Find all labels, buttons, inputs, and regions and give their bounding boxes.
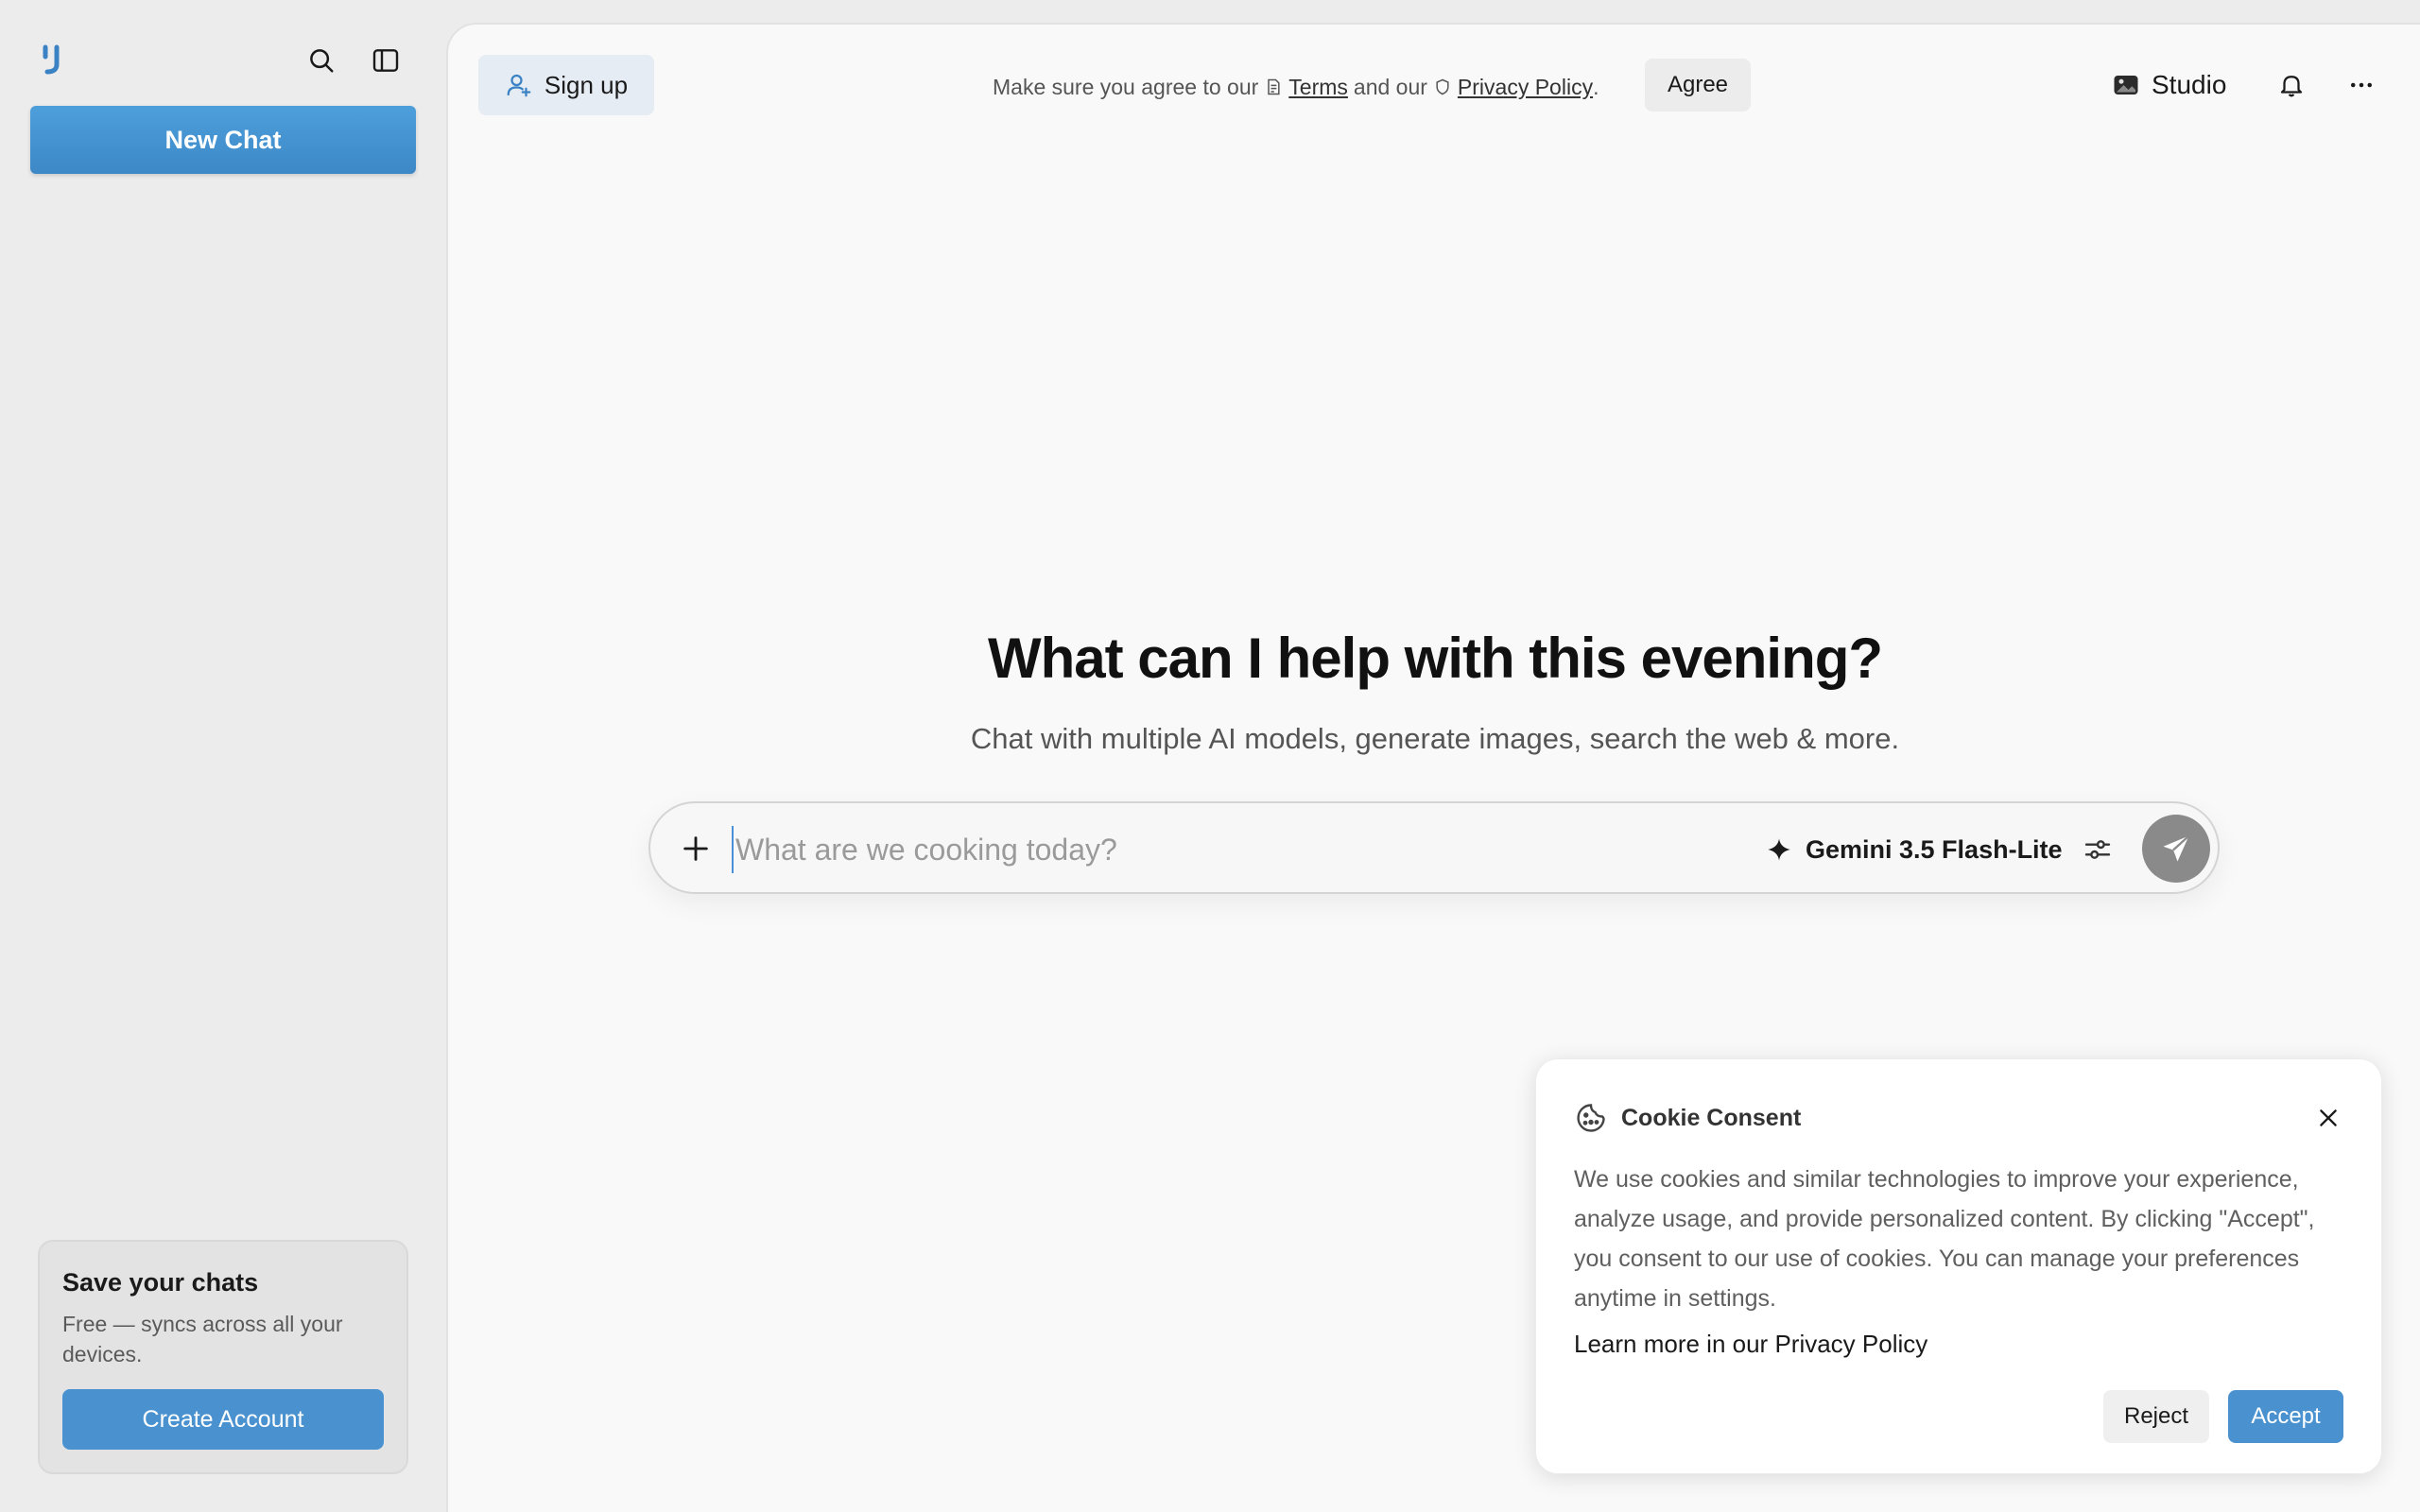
cookie-header: Cookie Consent xyxy=(1574,1099,1801,1137)
studio-button[interactable]: Studio xyxy=(2112,62,2226,108)
notice-suffix: . xyxy=(1593,74,1599,99)
sliders-icon xyxy=(2084,840,2111,859)
hero-subtitle: Chat with multiple AI models, generate i… xyxy=(970,722,1900,755)
search-button[interactable] xyxy=(301,40,342,81)
document-icon xyxy=(1264,77,1283,96)
more-horizontal-icon xyxy=(2351,82,2372,88)
model-label: Gemini 3.5 Flash-Lite xyxy=(1806,834,2063,864)
create-account-button[interactable]: Create Account xyxy=(62,1389,384,1450)
sidebar: New Chat Save your chats Free — syncs ac… xyxy=(0,0,446,1512)
sidebar-toggle-icon xyxy=(372,49,399,72)
save-card-title: Save your chats xyxy=(62,1268,259,1297)
more-options-button[interactable] xyxy=(2339,62,2384,108)
bell-icon xyxy=(2280,76,2303,97)
chat-composer: Gemini 3.5 Flash-Lite xyxy=(648,801,2220,894)
hero-title: What can I help with this evening? xyxy=(987,627,1883,690)
new-chat-button[interactable]: New Chat xyxy=(30,106,416,174)
cookie-close-button[interactable] xyxy=(2309,1099,2347,1137)
model-settings-button[interactable] xyxy=(2076,828,2119,871)
cookie-consent-dialog: Cookie Consent We use cookies and simila… xyxy=(1535,1058,2382,1474)
notice-middle: and our xyxy=(1353,74,1427,99)
agree-button[interactable]: Agree xyxy=(1645,59,1751,112)
terms-notice: Make sure you agree to our Terms and our… xyxy=(993,68,1599,106)
user-plus-icon xyxy=(507,74,531,97)
sparkle-icon xyxy=(1768,838,1790,861)
attach-button[interactable] xyxy=(671,824,720,873)
cookie-description: We use cookies and similar technologies … xyxy=(1574,1166,2315,1312)
plus-icon xyxy=(683,836,708,861)
model-selector[interactable]: Gemini 3.5 Flash-Lite xyxy=(1766,826,2063,873)
accept-button[interactable]: Accept xyxy=(2228,1390,2343,1443)
cookie-privacy-link[interactable]: Learn more in our Privacy Policy xyxy=(1574,1330,1927,1359)
studio-label: Studio xyxy=(2152,70,2227,99)
sign-up-label: Sign up xyxy=(544,70,629,99)
privacy-policy-link[interactable]: Privacy Policy xyxy=(1458,75,1593,100)
cookie-icon xyxy=(1577,1104,1605,1132)
search-icon xyxy=(310,49,334,73)
save-chats-card: Save your chats Free — syncs across all … xyxy=(38,1240,408,1474)
image-icon xyxy=(2114,76,2138,94)
send-button[interactable] xyxy=(2142,815,2210,883)
chat-input[interactable] xyxy=(732,826,1582,873)
send-icon xyxy=(2163,834,2190,862)
close-icon xyxy=(2320,1109,2337,1126)
notifications-button[interactable] xyxy=(2269,62,2314,108)
sidebar-toggle-button[interactable] xyxy=(365,40,406,81)
notice-prefix: Make sure you agree to our xyxy=(993,74,1259,99)
sign-up-button[interactable]: Sign up xyxy=(478,55,654,115)
shield-icon xyxy=(1433,77,1452,96)
terms-link[interactable]: Terms xyxy=(1288,75,1348,100)
save-card-description: Free — syncs across all your devices. xyxy=(62,1312,343,1366)
reject-button[interactable]: Reject xyxy=(2103,1390,2209,1443)
logo-icon[interactable] xyxy=(38,40,68,77)
cookie-title: Cookie Consent xyxy=(1621,1104,1802,1131)
